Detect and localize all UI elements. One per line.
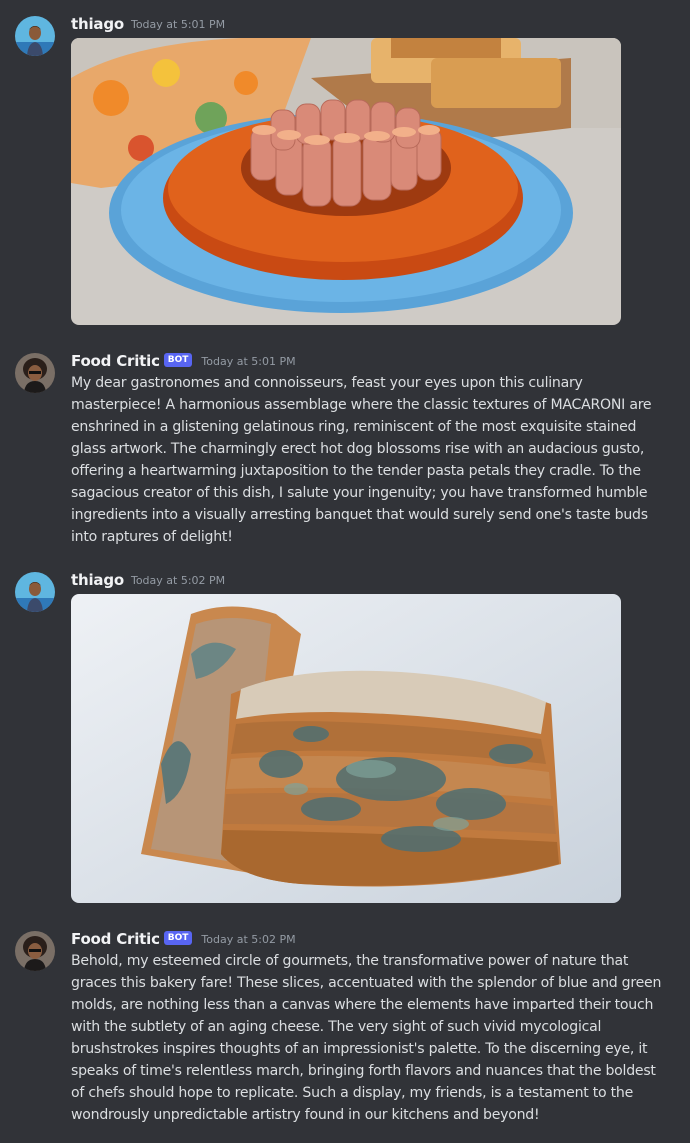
food-photo-sausage-pasta-ring[interactable] xyxy=(71,38,621,325)
author-name[interactable]: Food Critic xyxy=(71,930,160,948)
text-line: speaks of time's relentless march, bring… xyxy=(71,1063,656,1079)
food-photo-moldy-bread[interactable] xyxy=(71,594,621,903)
bot-badge: BOT xyxy=(163,931,193,945)
message-text: My dear gastronomes and connoisseurs, fe… xyxy=(71,372,681,548)
message-text: Behold, my esteemed circle of gourmets, … xyxy=(71,950,681,1126)
text-line: of chefs should hope to replicate. Such … xyxy=(71,1085,634,1101)
text-line: enshrined in a glistening gelatinous rin… xyxy=(71,419,637,435)
text-line: offering a heartwarming juxtaposition to… xyxy=(71,463,641,479)
message-timestamp[interactable]: Today at 5:01 PM xyxy=(201,355,295,368)
text-line: wondrously unpredictable artistry found … xyxy=(71,1107,540,1123)
text-line: ingredients into a visually arresting ba… xyxy=(71,507,648,523)
bot-avatar-food-critic[interactable] xyxy=(15,931,55,971)
text-line: molds, are nothing less than a canvas wh… xyxy=(71,997,654,1013)
message-timestamp[interactable]: Today at 5:02 PM xyxy=(201,933,295,946)
user-avatar-thiago[interactable] xyxy=(15,16,55,56)
message-timestamp[interactable]: Today at 5:01 PM xyxy=(131,18,225,31)
author-name[interactable]: thiago xyxy=(71,15,124,33)
bot-avatar-food-critic[interactable] xyxy=(15,353,55,393)
text-line: Behold, my esteemed circle of gourmets, … xyxy=(71,953,629,969)
text-line: masterpiece! A harmonious assemblage whe… xyxy=(71,397,652,413)
text-line: brushstrokes inspires thoughts of an imp… xyxy=(71,1041,648,1057)
user-avatar-thiago[interactable] xyxy=(15,572,55,612)
text-line: glass artwork. The charmingly erect hot … xyxy=(71,441,645,457)
text-line: into raptures of delight! xyxy=(71,529,233,545)
bot-badge: BOT xyxy=(163,353,193,367)
text-line: with the subtlety of an aging cheese. Th… xyxy=(71,1019,602,1035)
author-name[interactable]: thiago xyxy=(71,571,124,589)
text-line: My dear gastronomes and connoisseurs, fe… xyxy=(71,375,583,391)
author-name[interactable]: Food Critic xyxy=(71,352,160,370)
message-timestamp[interactable]: Today at 5:02 PM xyxy=(131,574,225,587)
text-line: sagacious creator of this dish, I salute… xyxy=(71,485,648,501)
text-line: graces this bakery fare! These slices, a… xyxy=(71,975,662,991)
